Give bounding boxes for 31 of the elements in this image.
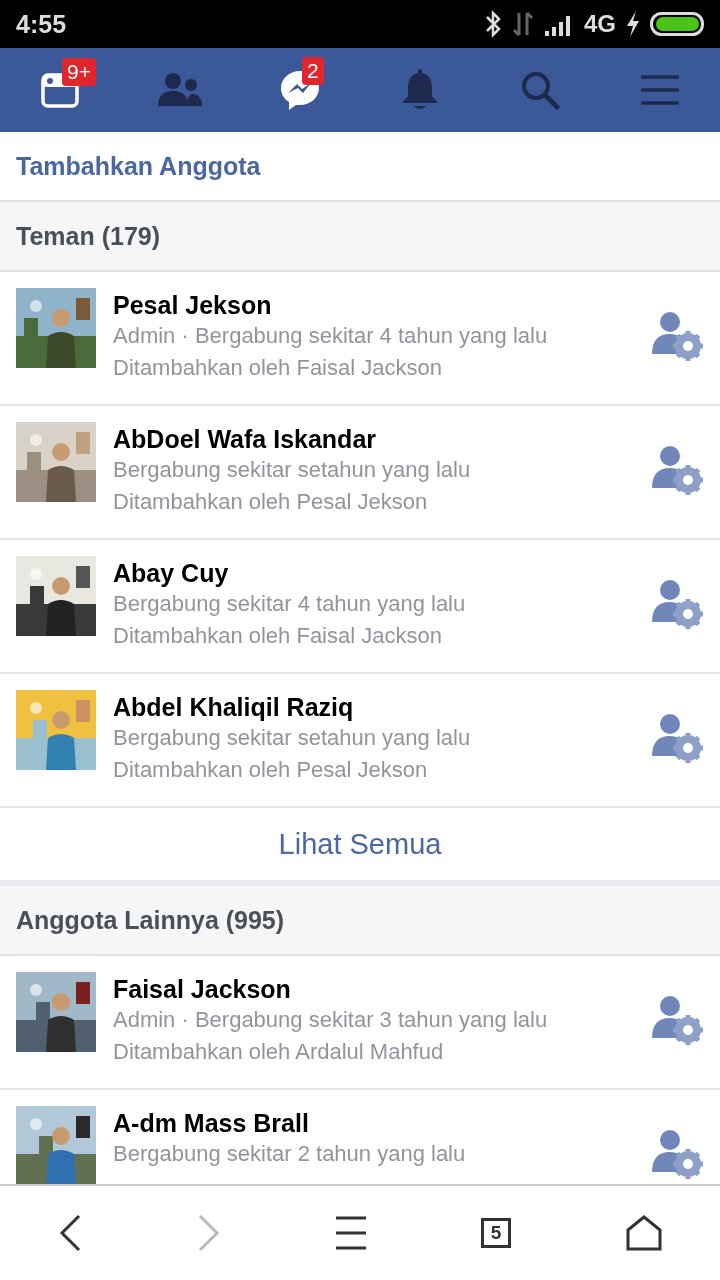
add-members-link[interactable]: Tambahkan Anggota	[16, 151, 261, 181]
member-info: Bergabung sekitar 4 tahun yang lalu	[113, 590, 467, 618]
member-name[interactable]: Abay Cuy	[113, 556, 635, 588]
notification-badge: 9+	[62, 58, 96, 86]
section-title: Anggota Lainnya (995)	[16, 905, 285, 935]
member-info: Ditambahkan oleh Faisal Jackson	[113, 622, 443, 650]
member-info: Admin · Bergabung sekitar 3 tahun yang lalu	[113, 1006, 549, 1034]
member-info: Ditambahkan oleh Faisal Jackson	[113, 354, 443, 382]
member-name[interactable]: A-dm Mass Brall	[113, 1106, 635, 1138]
clock: 4:55	[16, 9, 68, 39]
network-type: 4G	[584, 10, 616, 38]
member-info: Bergabung sekitar setahun yang lalu	[113, 456, 472, 484]
member-info: Ditambahkan oleh Pesal Jekson	[113, 756, 429, 784]
member-row[interactable]: Faisal Jackson Admin · Bergabung sekitar 3 tahun yang lalu Ditambahkan oleh Ardalul Mahfud	[0, 956, 720, 1088]
member-name[interactable]: Pesal Jekson	[113, 288, 635, 320]
member-row[interactable]: Abdel Khaliqil Raziq Bergabung sekitar setahun yang lalu Ditambahkan oleh Pesal Jekson	[0, 674, 720, 806]
member-name[interactable]: Faisal Jackson	[113, 972, 635, 1004]
member-row[interactable]: AbDoel Wafa Iskandar Bergabung sekitar setahun yang lalu Ditambahkan oleh Pesal Jekson	[0, 406, 720, 538]
member-row[interactable]: Abay Cuy Bergabung sekitar 4 tahun yang lalu Ditambahkan oleh Faisal Jackson	[0, 540, 720, 672]
see-all-link[interactable]: Lihat Semua	[278, 827, 442, 861]
section-title: Teman (179)	[16, 221, 161, 251]
member-info: Ditambahkan oleh Ardalul Mahfud	[113, 1038, 445, 1066]
member-name[interactable]: AbDoel Wafa Iskandar	[113, 422, 635, 454]
tabs-button[interactable]: 5	[481, 1218, 512, 1248]
member-info: Bergabung sekitar setahun yang lalu	[113, 724, 472, 752]
member-info: Ditambahkan oleh Pesal Jekson	[113, 488, 429, 516]
member-info: Admin · Bergabung sekitar 4 tahun yang lalu	[113, 322, 549, 350]
member-row[interactable]: Pesal Jekson Admin · Bergabung sekitar 4 tahun yang lalu Ditambahkan oleh Faisal Jackson	[0, 272, 720, 404]
member-info: Bergabung sekitar 2 tahun yang lalu	[113, 1140, 467, 1168]
notification-badge: 2	[302, 57, 324, 85]
member-name[interactable]: Abdel Khaliqil Raziq	[113, 690, 635, 722]
